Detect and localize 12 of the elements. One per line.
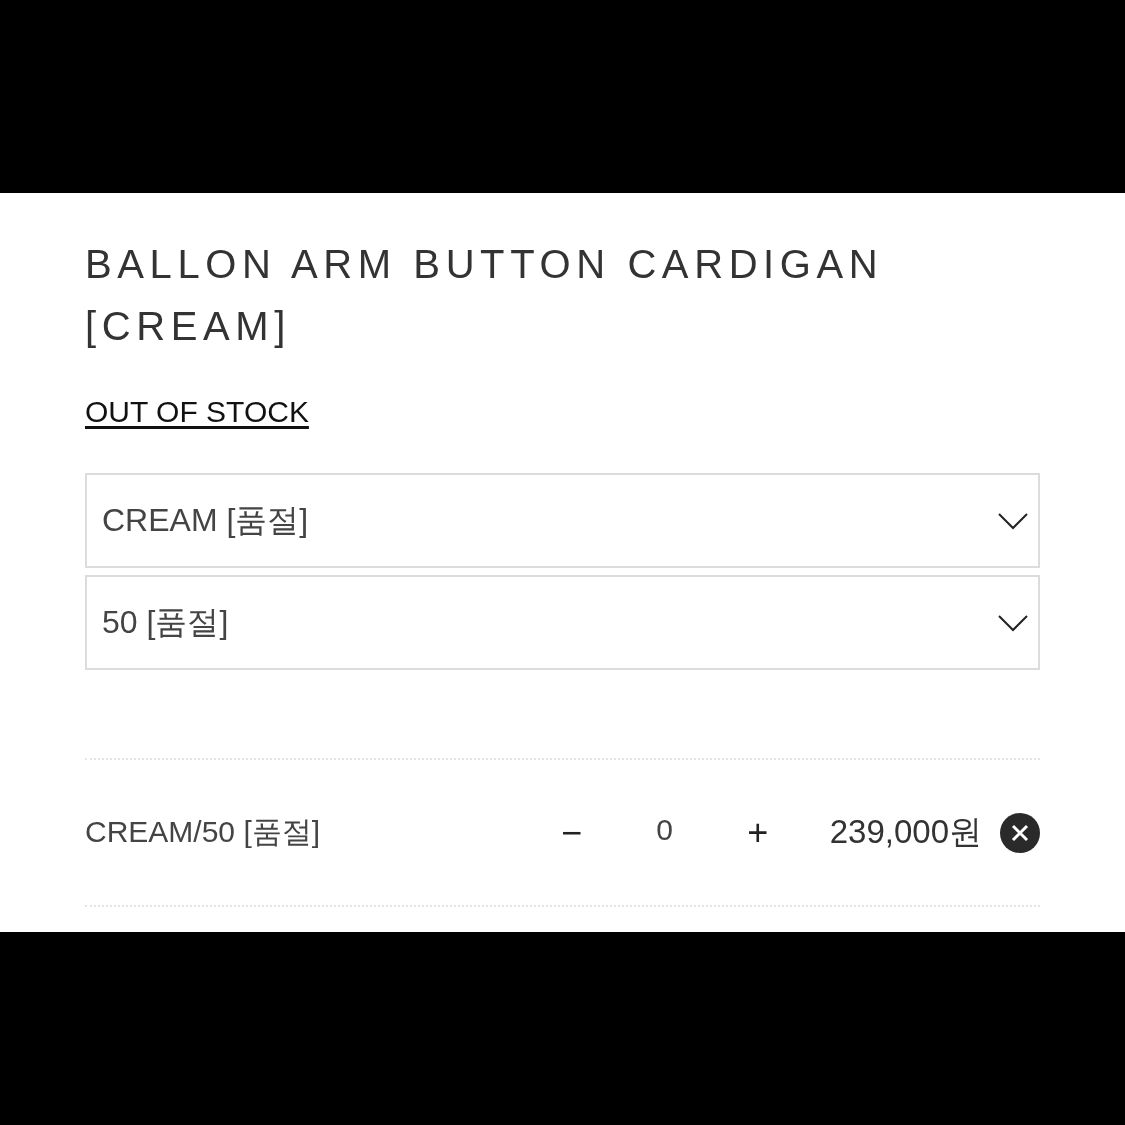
out-of-stock-link[interactable]: OUT OF STOCK <box>85 395 309 429</box>
item-price: 239,000원 <box>829 812 982 852</box>
quantity: 0 <box>655 812 675 847</box>
product-title: BALLON ARM BUTTON CARDIGAN [CREAM] <box>85 241 885 350</box>
chevron-down-icon <box>998 511 1028 530</box>
item-name: CREAM/50 [품절] <box>85 814 322 850</box>
chevron-down-icon <box>998 613 1028 632</box>
decrease-button[interactable]: − <box>551 811 592 854</box>
option-select[interactable]: 50 [품절] <box>85 575 1040 670</box>
increase-button[interactable]: + <box>737 811 778 854</box>
option-select[interactable]: CREAM [품절] <box>85 473 1040 568</box>
remove-icon[interactable] <box>1000 812 1040 853</box>
